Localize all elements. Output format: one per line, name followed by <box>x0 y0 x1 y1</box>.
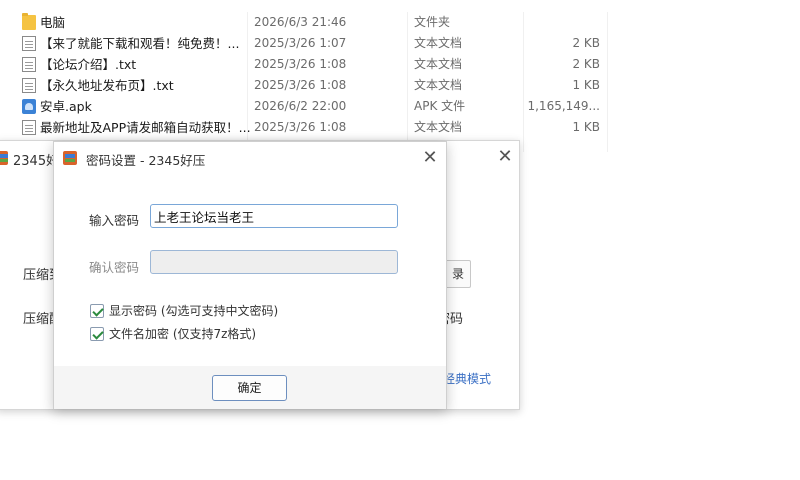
file-name: 【来了就能下载和观看！纯免费！... <box>40 36 240 51</box>
close-icon[interactable]: ✕ <box>495 147 515 167</box>
file-name: 【永久地址发布页】.txt <box>40 78 174 93</box>
enter-password-input[interactable] <box>150 204 398 228</box>
password-dialog-title: 密码设置 - 2345好压 <box>86 153 206 168</box>
file-name: 最新地址及APP请发邮箱自动获取！... <box>40 120 251 135</box>
ok-button[interactable]: 确定 <box>212 375 287 401</box>
file-date: 2025/3/26 1:07 <box>254 36 347 50</box>
file-row[interactable]: 【论坛介绍】.txt 2025/3/26 1:08 文本文档 2 KB <box>0 54 800 75</box>
file-name: 电脑 <box>40 15 66 30</box>
file-row[interactable]: 【来了就能下载和观看！纯免费！... 2025/3/26 1:07 文本文档 2… <box>0 33 800 54</box>
show-password-checkbox[interactable] <box>90 304 104 318</box>
file-name: 安卓.apk <box>40 99 92 114</box>
enter-password-label: 输入密码 <box>89 213 140 228</box>
show-password-label: 显示密码 (勾选可支持中文密码) <box>109 304 279 318</box>
text-file-icon <box>22 36 36 51</box>
file-date: 2026/6/3 21:46 <box>254 15 347 29</box>
file-type: 文本文档 <box>414 57 463 71</box>
password-dialog-titlebar: 密码设置 - 2345好压 ✕ <box>54 142 446 174</box>
text-file-icon <box>22 57 36 72</box>
text-file-icon <box>22 120 36 135</box>
app-icon <box>63 151 77 165</box>
desktop-screen: 电脑 2026/6/3 21:46 文件夹 【来了就能下载和观看！纯免费！...… <box>0 0 800 480</box>
file-type: APK 文件 <box>414 99 466 113</box>
file-size: 1,165,149... <box>527 99 600 113</box>
encrypt-filenames-label: 文件名加密 (仅支持7z格式) <box>109 327 257 341</box>
encrypt-filenames-checkbox[interactable] <box>90 327 104 341</box>
file-type: 文本文档 <box>414 36 463 50</box>
classic-mode-link[interactable]: 经典模式 <box>443 370 491 387</box>
file-row[interactable]: 安卓.apk 2026/6/2 22:00 APK 文件 1,165,149..… <box>0 96 800 117</box>
file-size: 1 KB <box>572 120 600 134</box>
file-type: 文本文档 <box>414 120 463 134</box>
file-list: 电脑 2026/6/3 21:46 文件夹 【来了就能下载和观看！纯免费！...… <box>0 12 800 152</box>
file-row[interactable]: 【永久地址发布页】.txt 2025/3/26 1:08 文本文档 1 KB <box>0 75 800 96</box>
password-dialog: 密码设置 - 2345好压 ✕ 输入密码 确认密码 显示密码 (勾选可支持中文密… <box>53 141 447 409</box>
text-file-icon <box>22 78 36 93</box>
file-size: 2 KB <box>572 36 600 50</box>
file-date: 2025/3/26 1:08 <box>254 57 347 71</box>
apk-file-icon <box>22 99 36 114</box>
folder-icon <box>22 13 36 30</box>
file-size: 1 KB <box>572 78 600 92</box>
confirm-password-label: 确认密码 <box>89 260 140 275</box>
file-date: 2025/3/26 1:08 <box>254 78 347 92</box>
confirm-password-input[interactable] <box>150 250 398 274</box>
close-icon[interactable]: ✕ <box>420 148 440 168</box>
file-type: 文件夹 <box>414 15 451 29</box>
file-date: 2026/6/2 22:00 <box>254 99 347 113</box>
file-size: 2 KB <box>572 57 600 71</box>
app-icon <box>0 151 8 165</box>
file-type: 文本文档 <box>414 78 463 92</box>
file-name: 【论坛介绍】.txt <box>40 57 137 72</box>
file-row[interactable]: 电脑 2026/6/3 21:46 文件夹 <box>0 12 800 33</box>
file-date: 2025/3/26 1:08 <box>254 120 347 134</box>
file-row[interactable]: 最新地址及APP请发邮箱自动获取！... 2025/3/26 1:08 文本文档… <box>0 117 800 138</box>
